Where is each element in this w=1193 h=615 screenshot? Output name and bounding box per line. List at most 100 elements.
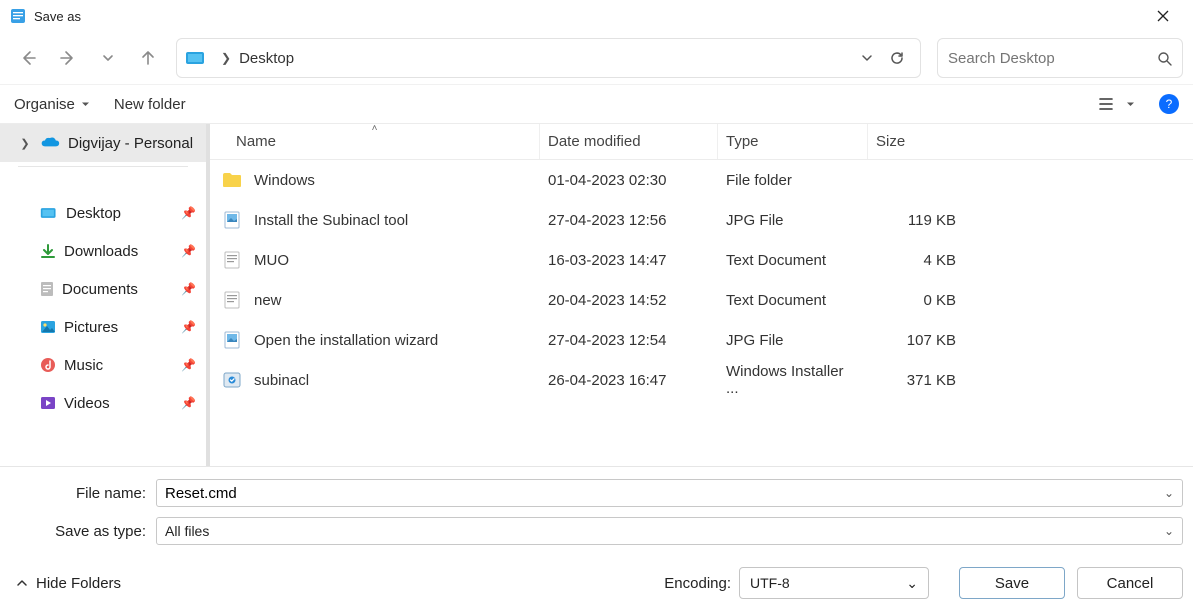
file-type: Windows Installer ... (718, 363, 868, 397)
pin-icon: 📌 (181, 396, 196, 410)
file-size: 4 KB (868, 252, 964, 269)
sidebar-item-videos[interactable]: Videos📌 (0, 384, 206, 422)
arrow-right-icon (59, 49, 77, 67)
sidebar-item-music[interactable]: Music📌 (0, 346, 206, 384)
new-folder-button[interactable]: New folder (114, 96, 186, 113)
search-box[interactable] (937, 38, 1183, 78)
sidebar-item-label: Downloads (64, 243, 173, 260)
img-icon (222, 330, 242, 350)
file-type: Text Document (718, 292, 868, 309)
cancel-label: Cancel (1107, 575, 1154, 592)
sidebar-item-downloads[interactable]: Downloads 📌 (0, 232, 206, 270)
file-row[interactable]: MUO16-03-2023 14:47Text Document4 KB (210, 240, 1193, 280)
file-name: new (254, 292, 282, 309)
sidebar-item-pictures[interactable]: Pictures📌 (0, 308, 206, 346)
organise-menu[interactable]: Organise (14, 96, 90, 113)
onedrive-icon (40, 136, 60, 150)
chevron-down-icon[interactable]: ⌄ (1158, 486, 1174, 500)
chevron-down-icon (861, 52, 873, 64)
file-date: 26-04-2023 16:47 (540, 372, 718, 389)
file-row[interactable]: Install the Subinacl tool27-04-2023 12:5… (210, 200, 1193, 240)
close-button[interactable] (1143, 2, 1183, 30)
filename-label: File name: (10, 485, 156, 502)
nav-row: ❯ Desktop (0, 32, 1193, 84)
chevron-down-icon[interactable]: ⌄ (1158, 524, 1174, 538)
search-input[interactable] (948, 50, 1151, 67)
column-header-size[interactable]: Size (868, 124, 964, 159)
file-row[interactable]: Open the installation wizard27-04-2023 1… (210, 320, 1193, 360)
filename-combo[interactable]: ⌄ (156, 479, 1183, 507)
img-icon (222, 210, 242, 230)
column-headers: ˄ Name Date modified Type Size (210, 124, 1193, 160)
encoding-label: Encoding: (664, 575, 731, 592)
file-type: Text Document (718, 252, 868, 269)
sidebar-item-account[interactable]: ❯ Digvijay - Personal (0, 124, 206, 162)
chevron-down-icon[interactable]: ⌄ (906, 575, 918, 592)
sidebar-item-label: Music (64, 357, 173, 374)
col-name-label: Name (236, 133, 276, 150)
sidebar-account-label: Digvijay - Personal (68, 135, 196, 152)
file-name: MUO (254, 252, 289, 269)
file-size: 0 KB (868, 292, 964, 309)
breadcrumb-location: Desktop (239, 50, 294, 67)
column-header-date[interactable]: Date modified (540, 124, 718, 159)
chevron-down-icon (102, 52, 114, 64)
new-folder-label: New folder (114, 96, 186, 113)
pin-icon: 📌 (181, 320, 196, 334)
filename-input[interactable] (165, 485, 1158, 502)
pin-icon: 📌 (181, 206, 196, 220)
up-button[interactable] (130, 40, 166, 76)
hide-folders-button[interactable]: Hide Folders (10, 575, 121, 592)
col-size-label: Size (876, 133, 905, 150)
list-view-icon (1098, 96, 1114, 112)
save-label: Save (995, 575, 1029, 592)
folder-icon (222, 170, 242, 190)
col-type-label: Type (726, 133, 759, 150)
chevron-down-icon (1126, 100, 1135, 109)
column-header-type[interactable]: Type (718, 124, 868, 159)
main-area: ❯ Digvijay - Personal Desktop 📌 Downloads 📌… (0, 124, 1193, 466)
txt-icon (222, 250, 242, 270)
address-bar[interactable]: ❯ Desktop (176, 38, 921, 78)
file-date: 27-04-2023 12:56 (540, 212, 718, 229)
pin-icon: 📌 (181, 244, 196, 258)
file-row[interactable]: new20-04-2023 14:52Text Document0 KB (210, 280, 1193, 320)
location-icon (185, 50, 207, 66)
documents-icon (40, 281, 54, 297)
cancel-button[interactable]: Cancel (1077, 567, 1183, 599)
help-button[interactable]: ? (1159, 94, 1179, 114)
file-row[interactable]: Windows01-04-2023 02:30File folder (210, 160, 1193, 200)
back-button[interactable] (10, 40, 46, 76)
videos-icon (40, 396, 56, 410)
sidebar-item-label: Documents (62, 281, 173, 298)
forward-button[interactable] (50, 40, 86, 76)
sidebar-item-documents[interactable]: Documents📌 (0, 270, 206, 308)
chevron-down-icon (81, 100, 90, 109)
recent-locations-button[interactable] (90, 40, 126, 76)
downloads-icon (40, 243, 56, 259)
view-menu[interactable] (1098, 96, 1135, 112)
pictures-icon (40, 320, 56, 334)
refresh-button[interactable] (882, 43, 912, 73)
hide-folders-label: Hide Folders (36, 575, 121, 592)
file-list[interactable]: Windows01-04-2023 02:30File folderInstal… (210, 160, 1193, 466)
address-history-button[interactable] (852, 43, 882, 73)
desktop-icon (40, 206, 58, 220)
file-date: 27-04-2023 12:54 (540, 332, 718, 349)
file-row[interactable]: subinacl26-04-2023 16:47Windows Installe… (210, 360, 1193, 400)
column-header-name[interactable]: ˄ Name (210, 124, 540, 159)
savetype-label: Save as type: (10, 523, 156, 540)
file-size: 119 KB (868, 212, 964, 229)
encoding-combo[interactable]: UTF-8 ⌄ (739, 567, 929, 599)
sort-indicator-icon: ˄ (372, 123, 378, 134)
file-size: 371 KB (868, 372, 964, 389)
file-date: 01-04-2023 02:30 (540, 172, 718, 189)
save-button[interactable]: Save (959, 567, 1065, 599)
sidebar-item-label: Desktop (66, 205, 173, 222)
breadcrumb-sep-icon: ❯ (221, 51, 231, 65)
sidebar-separator (18, 166, 188, 186)
chevron-right-icon: ❯ (18, 137, 32, 150)
savetype-combo[interactable]: All files ⌄ (156, 517, 1183, 545)
file-type: JPG File (718, 332, 868, 349)
sidebar-item-desktop[interactable]: Desktop 📌 (0, 194, 206, 232)
